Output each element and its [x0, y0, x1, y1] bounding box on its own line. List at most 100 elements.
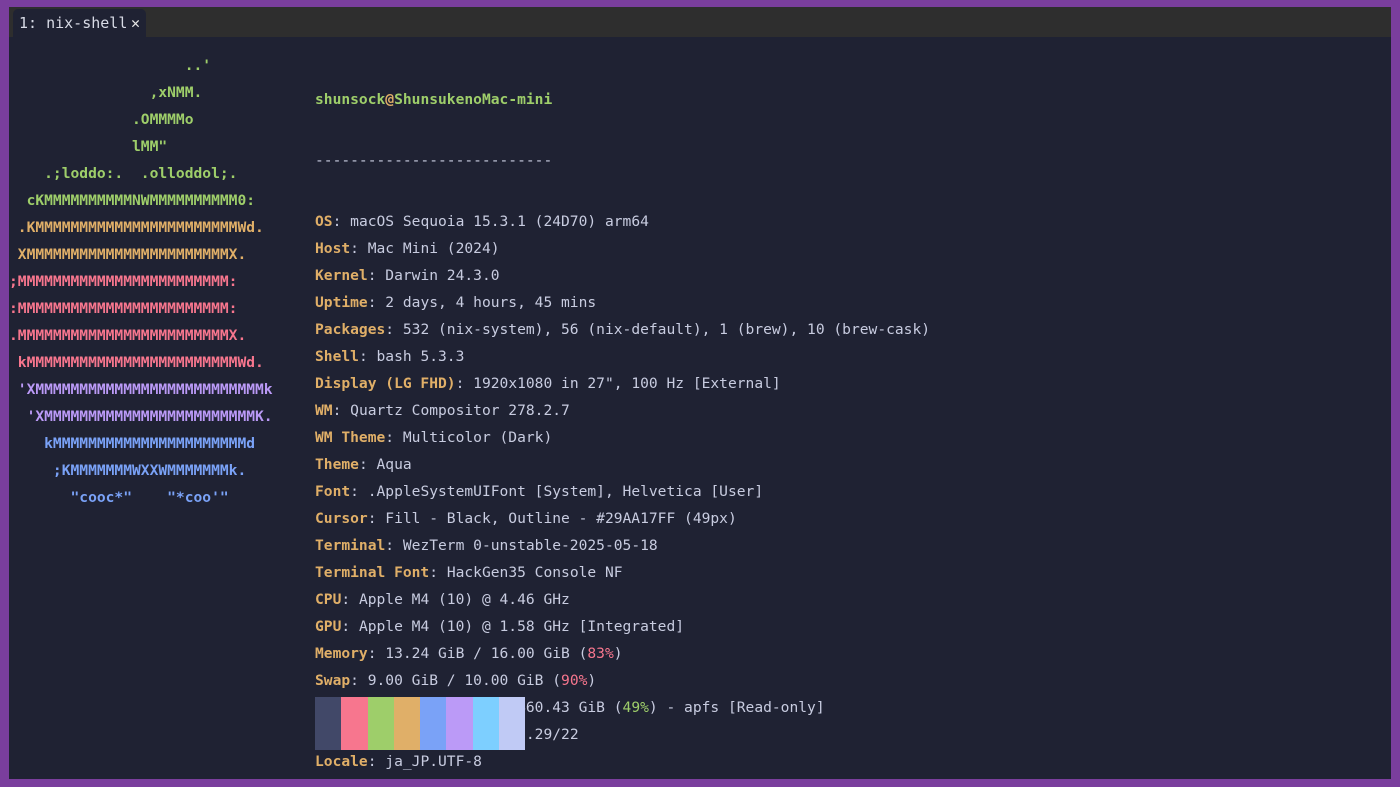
info-row: WM: Quartz Compositor 278.2.7: [315, 402, 570, 419]
info-key: Locale: [315, 753, 368, 770]
info-value: 9.00 GiB / 10.00 GiB (: [367, 672, 562, 689]
info-value: Multicolor (Dark): [402, 429, 553, 446]
logo-line: cKMMMMMMMMMMNWMMMMMMMMMM0:: [9, 192, 256, 209]
system-info: shunsock@ShunsukenoMac-mini ------------…: [315, 52, 930, 775]
info-row: WM Theme: Multicolor (Dark): [315, 429, 553, 446]
info-value: Aqua: [376, 456, 412, 473]
info-value: 13.24 GiB / 16.00 GiB (: [385, 645, 588, 662]
color-swatch: [315, 697, 342, 750]
info-key: Display (LG FHD): [315, 375, 456, 392]
logo-line: 'XMMMMMMMMMMMMMMMMMMMMMMMMK.: [9, 408, 273, 425]
info-value: bash 5.3.3: [376, 348, 465, 365]
tab-bar: 1: nix-shell ✕: [9, 7, 1391, 37]
info-value: ja_JP.UTF-8: [385, 753, 482, 770]
logo-line: ;KMMMMMMMWXXWMMMMMMMk.: [9, 462, 247, 479]
info-row: Terminal Font: HackGen35 Console NF: [315, 564, 623, 581]
info-key: GPU: [315, 618, 342, 635]
info-key: Shell: [315, 348, 359, 365]
logo-line: lMM": [9, 138, 168, 155]
logo-line: 'XMMMMMMMMMMMMMMMMMMMMMMMMMMk: [9, 381, 273, 398]
info-row: Terminal: WezTerm 0-unstable-2025-05-18: [315, 537, 658, 554]
logo-line: .OMMMMo: [9, 111, 194, 128]
info-row: Packages: 532 (nix-system), 56 (nix-defa…: [315, 321, 931, 338]
info-row: Font: .AppleSystemUIFont [System], Helve…: [315, 483, 764, 500]
tab-title: 1: nix-shell: [19, 14, 128, 32]
info-key: Uptime: [315, 294, 368, 311]
color-swatch: [420, 697, 447, 750]
info-value: HackGen35 Console NF: [446, 564, 623, 581]
usage-percent: 90%: [561, 672, 588, 689]
logo-line: ,xNMM.: [9, 84, 203, 101]
info-row: Shell: bash 5.3.3: [315, 348, 465, 365]
logo-line: kMMMMMMMMMMMMMMMMMMMMMMMMWd.: [9, 354, 264, 371]
info-row: Cursor: Fill - Black, Outline - #29AA17F…: [315, 510, 737, 527]
color-swatch: [367, 697, 394, 750]
ascii-logo: ..' ,xNMM. .OMMMMo lMM" .;loddo:. .ollod…: [9, 52, 273, 511]
info-value: Apple M4 (10) @ 1.58 GHz [Integrated]: [358, 618, 685, 635]
usage-percent: 83%: [587, 645, 614, 662]
info-key: Swap: [315, 672, 351, 689]
info-key: CPU: [315, 591, 342, 608]
info-key: Terminal Font: [315, 564, 430, 581]
info-value: 1920x1080 in 27", 100 Hz [External]: [473, 375, 781, 392]
color-palette: [315, 697, 526, 750]
user-host-line: shunsock@ShunsukenoMac-mini: [315, 86, 930, 113]
at-sign: @: [385, 91, 395, 108]
info-value: WezTerm 0-unstable-2025-05-18: [402, 537, 658, 554]
info-key: Theme: [315, 456, 359, 473]
terminal-window: 1: nix-shell ✕ ..' ,xNMM. .OMMMMo lMM" .…: [9, 7, 1391, 779]
info-row: CPU: Apple M4 (10) @ 4.46 GHz: [315, 591, 570, 608]
info-value: 2 days, 4 hours, 45 mins: [385, 294, 597, 311]
close-icon[interactable]: ✕: [131, 9, 140, 37]
tab-nix-shell[interactable]: 1: nix-shell ✕: [13, 9, 146, 37]
info-row: Theme: Aqua: [315, 456, 412, 473]
info-key: OS: [315, 213, 333, 230]
info-value: Fill - Black, Outline - #29AA17FF (49px): [385, 510, 737, 527]
logo-line: .KMMMMMMMMMMMMMMMMMMMMMMMWd.: [9, 219, 264, 236]
info-key: Font: [315, 483, 351, 500]
logo-line: XMMMMMMMMMMMMMMMMMMMMMMMX.: [9, 246, 247, 263]
color-swatch: [499, 697, 526, 750]
info-row: Uptime: 2 days, 4 hours, 45 mins: [315, 294, 597, 311]
info-row: Locale: ja_JP.UTF-8: [315, 753, 482, 770]
usage-percent: 49%: [622, 699, 649, 716]
info-value-tail: ): [613, 645, 623, 662]
info-row: GPU: Apple M4 (10) @ 1.58 GHz [Integrate…: [315, 618, 685, 635]
info-row: OS: macOS Sequoia 15.3.1 (24D70) arm64: [315, 213, 649, 230]
info-row: Display (LG FHD): 1920x1080 in 27", 100 …: [315, 375, 781, 392]
info-value-tail: ): [587, 672, 597, 689]
color-swatch: [446, 697, 473, 750]
logo-line: ;MMMMMMMMMMMMMMMMMMMMMMMM:: [9, 273, 238, 290]
hostname: ShunsukenoMac-mini: [394, 91, 553, 108]
separator-line: ---------------------------: [315, 152, 553, 169]
username: shunsock: [315, 91, 386, 108]
info-value: Apple M4 (10) @ 4.46 GHz: [358, 591, 570, 608]
info-value: macOS Sequoia 15.3.1 (24D70) arm64: [350, 213, 649, 230]
info-value-tail: ) - apfs [Read-only]: [648, 699, 825, 716]
info-key: Host: [315, 240, 351, 257]
info-key: Memory: [315, 645, 368, 662]
info-row: Kernel: Darwin 24.3.0: [315, 267, 500, 284]
info-key: Kernel: [315, 267, 368, 284]
info-value: .AppleSystemUIFont [System], Helvetica […: [367, 483, 764, 500]
info-value: 532 (nix-system), 56 (nix-default), 1 (b…: [402, 321, 931, 338]
info-key: Cursor: [315, 510, 368, 527]
logo-line: .MMMMMMMMMMMMMMMMMMMMMMMMX.: [9, 327, 247, 344]
color-swatch: [472, 697, 500, 750]
info-value: Mac Mini (2024): [367, 240, 500, 257]
logo-line: .;loddo:. .olloddol;.: [9, 165, 238, 182]
info-row: Swap: 9.00 GiB / 10.00 GiB (90%): [315, 672, 597, 689]
info-key: Terminal: [315, 537, 386, 554]
logo-line: ..': [9, 57, 212, 74]
logo-line: "cooc*" "*coo'": [9, 489, 229, 506]
color-swatch: [341, 697, 368, 750]
color-swatch: [393, 697, 421, 750]
info-row: Host: Mac Mini (2024): [315, 240, 500, 257]
info-key: Packages: [315, 321, 386, 338]
info-row: Memory: 13.24 GiB / 16.00 GiB (83%): [315, 645, 623, 662]
logo-line: kMMMMMMMMMMMMMMMMMMMMMMd: [9, 435, 256, 452]
info-value: Darwin 24.3.0: [385, 267, 500, 284]
logo-line: :MMMMMMMMMMMMMMMMMMMMMMMM:: [9, 300, 238, 317]
info-key: WM Theme: [315, 429, 386, 446]
info-value: Quartz Compositor 278.2.7: [350, 402, 570, 419]
